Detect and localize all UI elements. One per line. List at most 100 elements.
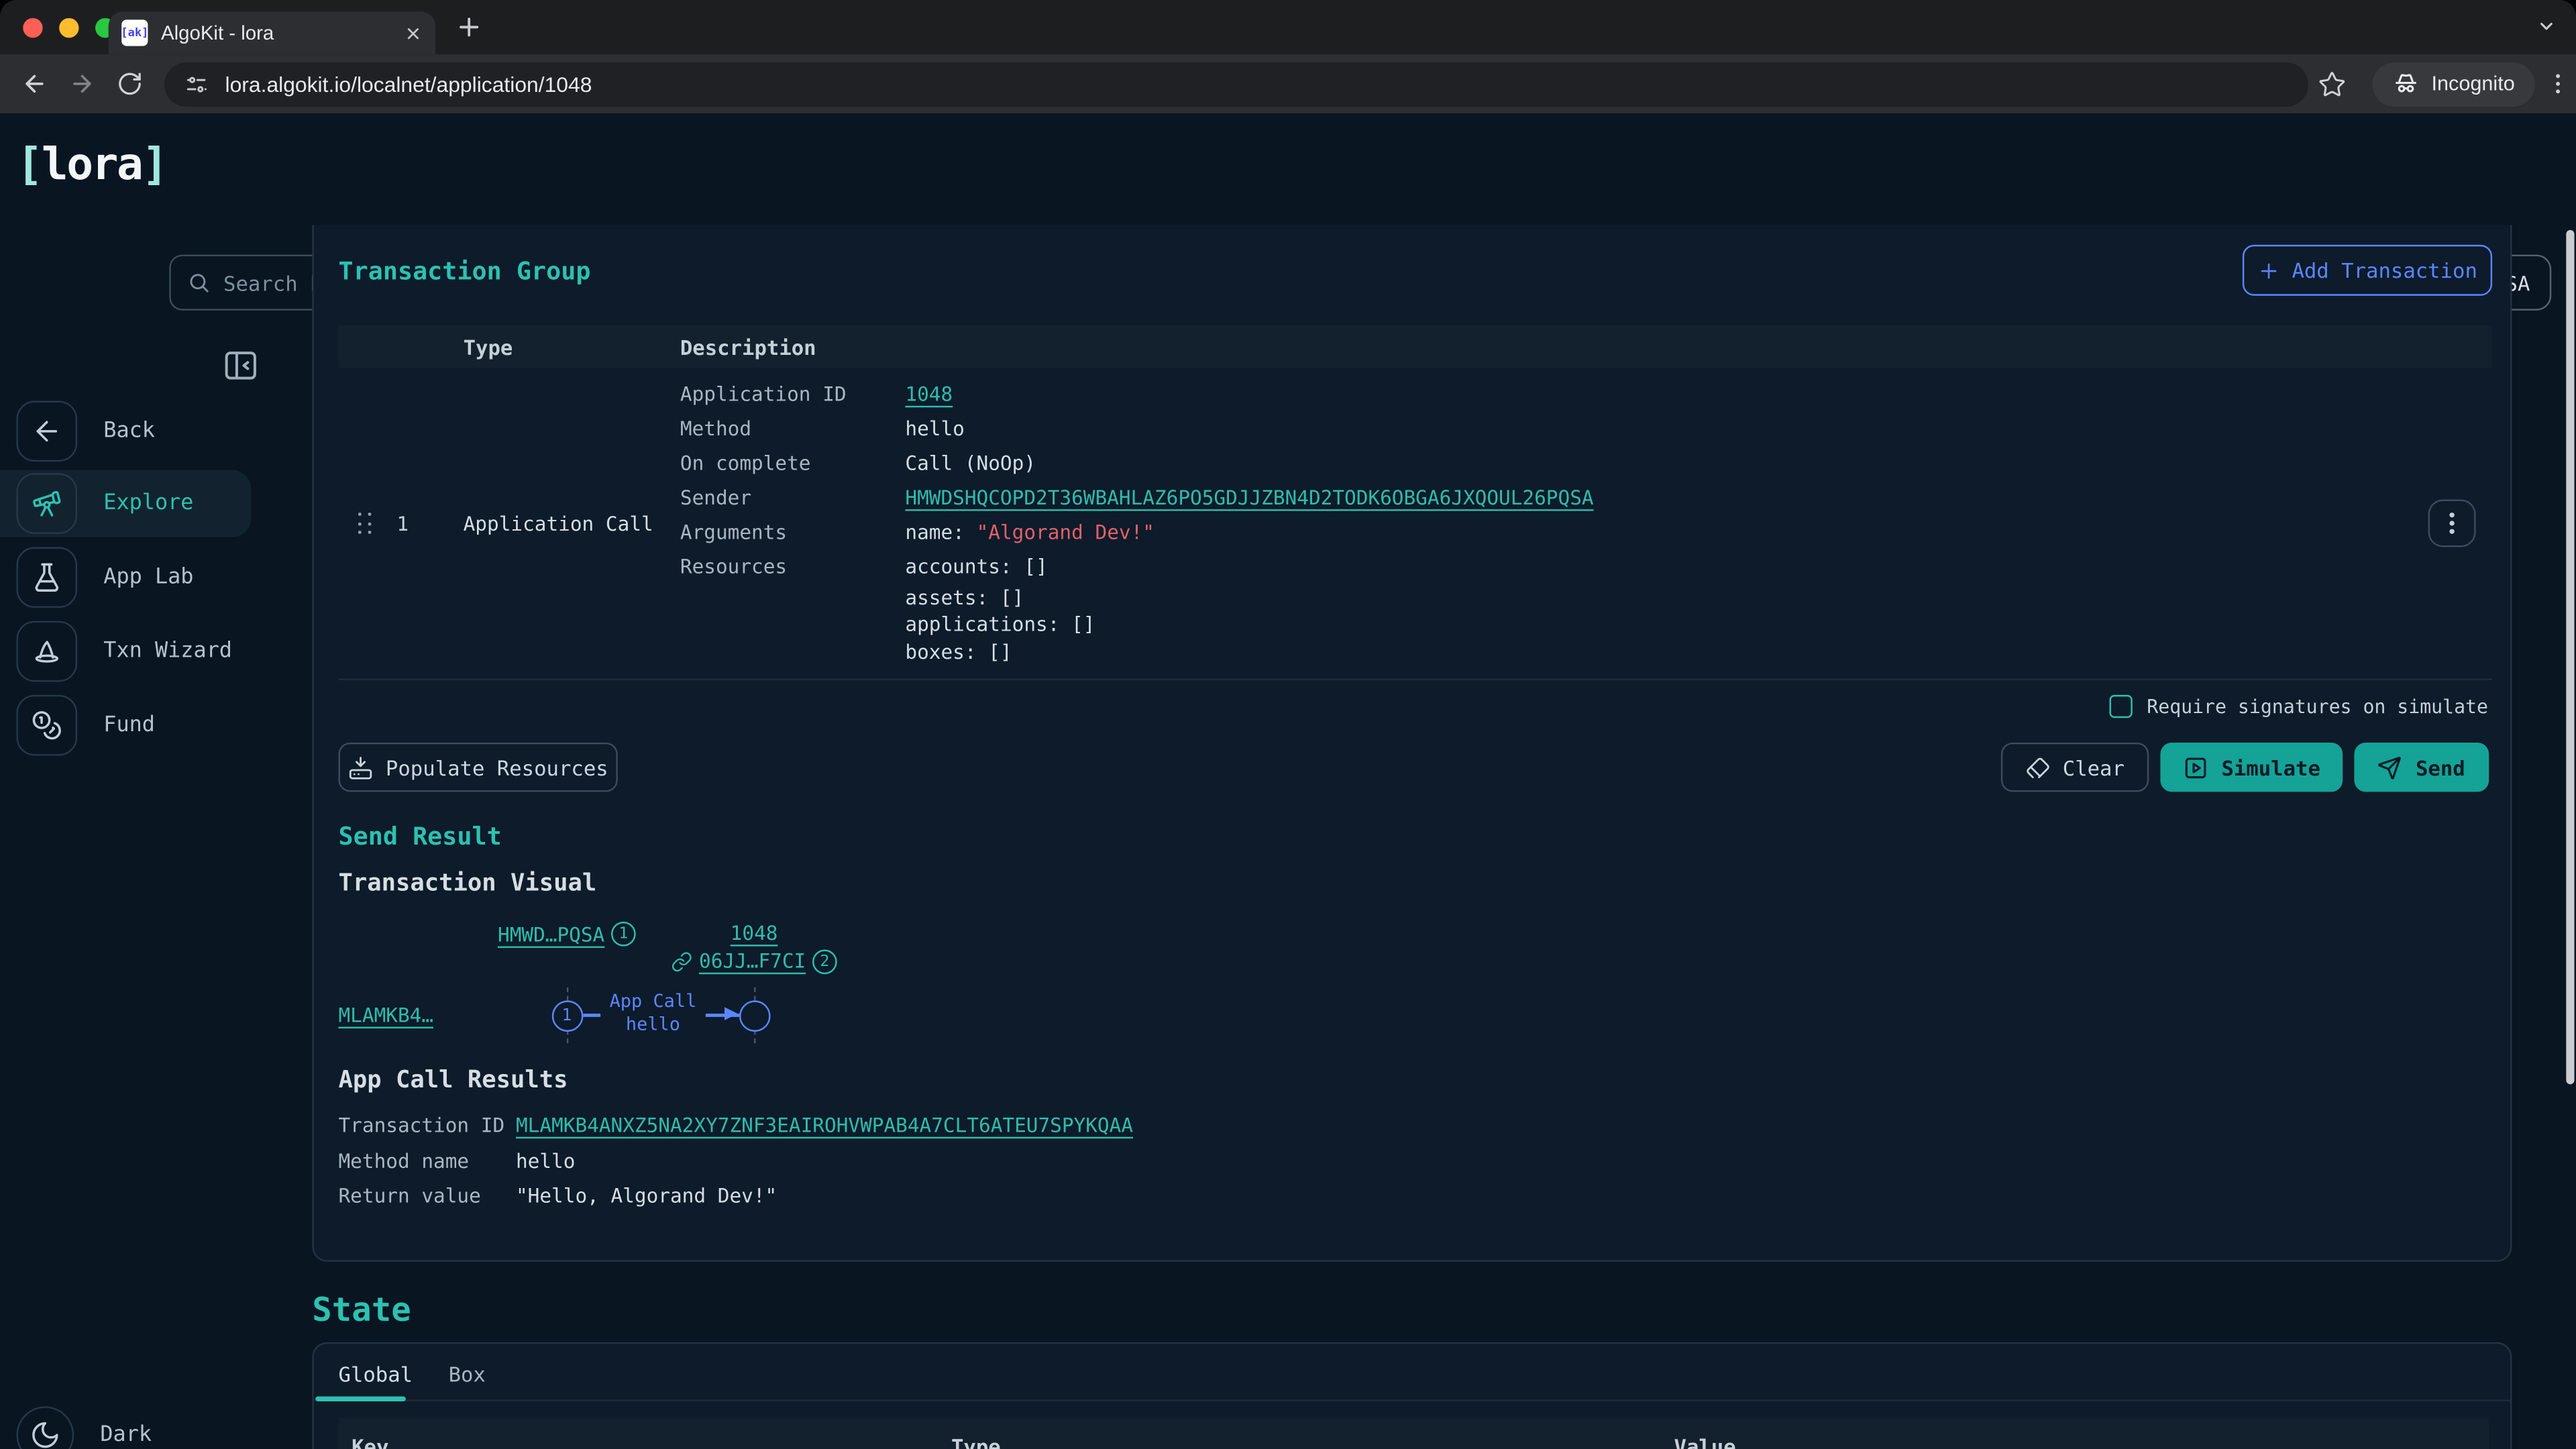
sender-lane-link[interactable]: HMWD…PQSA <box>498 922 604 945</box>
result-row: Transaction ID MLAMKB4ANXZ5NA2XY7ZNF3EAI… <box>338 1109 1133 1144</box>
browser-menu-icon[interactable] <box>2544 70 2571 97</box>
sidebar-item-txn-wizard[interactable]: Txn Wizard <box>0 618 252 685</box>
result-row: Method name hello <box>338 1144 1133 1180</box>
logo-bracket-left: [ <box>16 140 41 191</box>
clear-label: Clear <box>2063 755 2125 780</box>
app-id-lane-link[interactable]: 1048 <box>731 922 778 945</box>
sidebar-collapse-button[interactable] <box>222 347 260 384</box>
method-name-value: hello <box>516 1144 575 1180</box>
edge-to-node[interactable] <box>739 1000 770 1031</box>
lora-logo[interactable]: [lora] <box>16 140 166 191</box>
sidebar: Back Explore App Lab Txn Wizard <box>0 225 271 1449</box>
table-divider <box>338 678 2492 680</box>
require-signatures-checkbox[interactable] <box>2110 696 2132 718</box>
forward-button[interactable] <box>69 70 95 97</box>
send-label: Send <box>2416 755 2465 780</box>
column-type: Type <box>464 335 513 360</box>
sidebar-item-back[interactable]: Back <box>0 398 252 465</box>
sidebar-item-theme-dark[interactable]: Dark <box>0 1401 252 1449</box>
tabs-divider <box>313 1400 2511 1401</box>
reload-button[interactable] <box>117 70 143 97</box>
method-value: hello <box>905 413 1593 447</box>
field-label: Arguments <box>680 516 847 550</box>
drag-handle[interactable] <box>358 513 374 535</box>
sidebar-item-label: App Lab <box>103 565 193 590</box>
sidebar-item-label: Dark <box>100 1423 152 1448</box>
eraser-icon <box>2025 755 2049 780</box>
simulate-label: Simulate <box>2221 755 2320 780</box>
add-transaction-button[interactable]: Add Transaction <box>2243 245 2492 296</box>
app-call-results-title: App Call Results <box>338 1068 568 1094</box>
window-minimize-button[interactable] <box>59 17 78 37</box>
transaction-group-title: Transaction Group <box>338 256 590 286</box>
tab-strip: [ak] AlgoKit - lora <box>0 0 2576 54</box>
result-label: Return value <box>338 1180 515 1216</box>
column-value: Value <box>1674 1434 1736 1449</box>
sidebar-item-fund[interactable]: Fund <box>0 692 252 759</box>
tab-global[interactable]: Global <box>338 1362 413 1387</box>
simulate-button[interactable]: Simulate <box>2161 743 2343 792</box>
tab-favicon: [ak] <box>121 19 148 46</box>
argument-value: "Algorand Dev!" <box>977 521 1155 543</box>
sidebar-item-label: Back <box>103 419 155 443</box>
send-button[interactable]: Send <box>2355 743 2488 792</box>
sender-address-link[interactable]: HMWDSHQCOPD2T36WBAHLAZ6PO5GDJJZBN4D2TODK… <box>905 486 1593 509</box>
transaction-row-link[interactable]: MLAMKB4… <box>338 1004 433 1026</box>
sidebar-item-app-lab[interactable]: App Lab <box>0 544 252 611</box>
app-account-lane-link[interactable]: 06JJ…F7CI <box>699 950 806 973</box>
plus-icon <box>2257 259 2280 282</box>
arrow-left-icon <box>16 401 77 462</box>
clear-button[interactable]: Clear <box>2000 743 2149 792</box>
field-label: Method <box>680 413 847 447</box>
main-content: Transaction Group Add Transaction Type D… <box>271 225 2576 1449</box>
back-button[interactable] <box>21 70 48 97</box>
window-close-button[interactable] <box>23 17 42 37</box>
url-text: lora.algokit.io/localnet/application/104… <box>225 72 592 97</box>
active-tab-indicator <box>315 1397 405 1401</box>
wizard-hat-icon <box>16 621 77 682</box>
result-label: Transaction ID <box>338 1109 515 1144</box>
site-settings-icon[interactable] <box>184 72 209 97</box>
incognito-badge: Incognito <box>2372 62 2534 106</box>
on-complete-value: Call (NoOp) <box>905 447 1593 481</box>
browser-tab[interactable]: [ak] AlgoKit - lora <box>109 11 435 54</box>
page-scrollbar[interactable] <box>2565 230 2574 1084</box>
resource-assets: assets: [] <box>905 585 1593 612</box>
edge-label[interactable]: App Callhello <box>600 991 706 1037</box>
return-value: "Hello, Algorand Dev!" <box>516 1180 777 1216</box>
column-description: Description <box>680 335 816 360</box>
sidebar-item-label: Fund <box>103 713 155 738</box>
lane2-badge: 2 <box>812 949 837 973</box>
column-type: Type <box>951 1434 1001 1449</box>
sidebar-item-explore[interactable]: Explore <box>0 470 252 537</box>
lane1-header: HMWD…PQSA 1 <box>498 922 636 947</box>
transaction-id-link[interactable]: MLAMKB4ANXZ5NA2XY7ZNF3EAIROHVWPAB4A7CLT6… <box>516 1109 1133 1144</box>
argument-name: name: <box>905 521 964 543</box>
require-signatures-row: Require signatures on simulate <box>2110 695 2488 718</box>
populate-resources-button[interactable]: Populate Resources <box>338 743 617 792</box>
tab-search-button[interactable] <box>2530 10 2563 43</box>
edge-arrowhead <box>724 1008 737 1021</box>
resource-applications: applications: [] <box>905 612 1593 639</box>
new-tab-button[interactable] <box>455 13 483 42</box>
row-menu-button[interactable] <box>2428 499 2476 547</box>
column-key: Key <box>352 1434 388 1449</box>
moon-icon <box>16 1406 74 1449</box>
link-icon <box>671 951 692 972</box>
resource-accounts: accounts: [] <box>905 550 1593 584</box>
play-square-icon <box>2184 755 2208 780</box>
address-bar[interactable]: lora.algokit.io/localnet/application/104… <box>164 62 2308 106</box>
tab-box[interactable]: Box <box>449 1362 486 1387</box>
telescope-icon <box>16 473 77 534</box>
require-signatures-label: Require signatures on simulate <box>2147 695 2488 718</box>
application-id-link[interactable]: 1048 <box>905 383 953 406</box>
tab-close-icon[interactable] <box>404 24 422 42</box>
edge-from-node[interactable]: 1 <box>551 1000 583 1031</box>
populate-resources-label: Populate Resources <box>386 755 608 780</box>
row-index: 1 <box>396 513 409 535</box>
resource-boxes: boxes: [] <box>905 639 1593 665</box>
transaction-table-header: Type Description <box>338 325 2492 368</box>
state-card: Global Box Key Type Value <box>311 1342 2512 1449</box>
bookmark-star-icon[interactable] <box>2318 70 2347 99</box>
lane2-app-id: 1048 <box>731 922 778 945</box>
